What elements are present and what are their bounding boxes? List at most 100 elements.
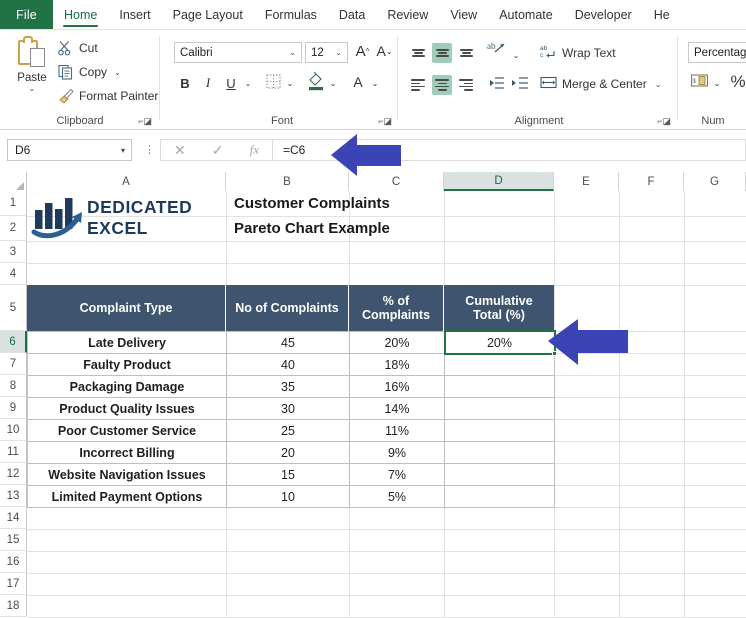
table-row[interactable]: 35 <box>226 375 350 398</box>
table-row[interactable] <box>444 485 555 508</box>
number-format-select[interactable]: Percentage <box>688 42 746 63</box>
cancel-icon[interactable]: ✕ <box>174 142 186 159</box>
table-row[interactable]: Website Navigation Issues <box>27 463 227 486</box>
font-color-button[interactable]: A <box>349 72 367 92</box>
row-header-5[interactable]: 5 <box>0 285 27 331</box>
table-row[interactable] <box>444 419 555 442</box>
table-row[interactable] <box>444 353 555 376</box>
table-row[interactable] <box>444 397 555 420</box>
table-row[interactable]: Product Quality Issues <box>27 397 227 420</box>
align-left-button[interactable] <box>408 75 428 95</box>
name-box[interactable]: D6 ▾ <box>7 139 132 161</box>
table-header-cumulative-total[interactable]: Cumulative Total (%) <box>444 285 554 331</box>
column-header-A[interactable]: A <box>27 172 226 191</box>
table-row[interactable] <box>444 463 555 486</box>
underline-dropdown[interactable]: ⌄ <box>242 75 254 91</box>
table-row[interactable]: 16% <box>349 375 445 398</box>
paste-button[interactable]: Paste ⌄ <box>8 34 56 108</box>
column-header-D[interactable]: D <box>444 172 554 191</box>
table-row[interactable]: 18% <box>349 353 445 376</box>
tab-view[interactable]: View <box>439 0 488 29</box>
tab-data[interactable]: Data <box>328 0 376 29</box>
font-size-input[interactable]: 12 ⌄ <box>305 42 348 63</box>
row-header-17[interactable]: 17 <box>0 573 27 595</box>
row-header-13[interactable]: 13 <box>0 485 27 507</box>
tab-automate[interactable]: Automate <box>488 0 564 29</box>
row-header-7[interactable]: 7 <box>0 353 27 375</box>
table-header-no-of-complaints[interactable]: No of Complaints <box>226 285 349 331</box>
row-header-8[interactable]: 8 <box>0 375 27 397</box>
format-painter-button[interactable]: Format Painter <box>57 86 158 106</box>
percent-style-button[interactable]: % <box>728 71 746 93</box>
row-header-11[interactable]: 11 <box>0 441 27 463</box>
table-row[interactable]: 45 <box>226 331 350 354</box>
worksheet-title[interactable]: Customer Complaints Pareto Chart Example <box>228 191 443 241</box>
decrease-indent-button[interactable] <box>486 75 506 95</box>
font-color-dropdown[interactable]: ⌄ <box>369 75 381 91</box>
table-row[interactable]: 40 <box>226 353 350 376</box>
chevron-down-icon[interactable]: ⌄ <box>655 80 662 89</box>
chevron-down-icon[interactable]: ⌄ <box>29 85 36 93</box>
table-row[interactable]: 20% <box>349 331 445 354</box>
cut-button[interactable]: Cut <box>57 38 98 58</box>
chevron-down-icon[interactable]: ▾ <box>121 146 125 155</box>
select-all-corner[interactable] <box>0 172 27 191</box>
column-header-E[interactable]: E <box>554 172 619 191</box>
chevron-down-icon[interactable]: ⌄ <box>289 48 296 57</box>
table-row[interactable]: 25 <box>226 419 350 442</box>
copy-button[interactable]: Copy ⌄ <box>57 62 121 82</box>
row-header-2[interactable]: 2 <box>0 216 27 241</box>
table-row[interactable]: 5% <box>349 485 445 508</box>
row-header-1[interactable]: 1 <box>0 191 27 216</box>
bold-button[interactable]: B <box>176 73 194 93</box>
tab-home[interactable]: Home <box>53 0 108 29</box>
font-dialog-launcher-icon[interactable]: ⌐◪ <box>378 117 392 126</box>
table-row[interactable] <box>444 441 555 464</box>
alignment-dialog-launcher-icon[interactable]: ⌐◪ <box>657 117 671 126</box>
align-center-button[interactable] <box>432 75 452 95</box>
row-header-14[interactable]: 14 <box>0 507 27 529</box>
table-header-complaint-type[interactable]: Complaint Type <box>27 285 226 331</box>
orientation-button[interactable]: ab <box>486 41 508 61</box>
table-row[interactable]: 30 <box>226 397 350 420</box>
row-header-3[interactable]: 3 <box>0 241 27 263</box>
align-top-button[interactable] <box>408 43 428 63</box>
table-row[interactable]: Limited Payment Options <box>27 485 227 508</box>
tab-file[interactable]: File <box>0 0 53 29</box>
chevron-down-icon[interactable]: ⌄ <box>335 48 342 57</box>
chevron-down-icon[interactable]: ⌄ <box>114 68 121 77</box>
underline-button[interactable]: U <box>222 73 240 93</box>
column-header-G[interactable]: G <box>684 172 746 191</box>
tab-formulas[interactable]: Formulas <box>254 0 328 29</box>
accounting-format-dropdown[interactable]: ⌄ <box>711 75 723 91</box>
table-row[interactable]: 20 <box>226 441 350 464</box>
check-icon[interactable]: ✓ <box>212 142 224 159</box>
align-right-button[interactable] <box>456 75 476 95</box>
table-row[interactable]: 10 <box>226 485 350 508</box>
fill-color-dropdown[interactable]: ⌄ <box>327 75 339 91</box>
table-row[interactable]: Faulty Product <box>27 353 227 376</box>
tab-developer[interactable]: Developer <box>564 0 643 29</box>
fx-icon[interactable]: fx <box>250 142 259 158</box>
table-row[interactable]: Incorrect Billing <box>27 441 227 464</box>
decrease-font-size-button[interactable]: A ⌄ <box>374 40 395 62</box>
fill-color-button[interactable] <box>306 71 326 93</box>
italic-button[interactable]: I <box>199 73 217 93</box>
font-name-input[interactable]: Calibri ⌄ <box>174 42 302 63</box>
tab-page-layout[interactable]: Page Layout <box>162 0 254 29</box>
table-header-percent-of-complaints[interactable]: % of Complaints <box>349 285 444 331</box>
table-row[interactable] <box>444 375 555 398</box>
wrap-text-button[interactable]: ab c Wrap Text <box>540 43 616 62</box>
increase-font-size-button[interactable]: A ^ <box>352 40 373 62</box>
borders-dropdown[interactable]: ⌄ <box>284 75 296 91</box>
table-row[interactable]: Poor Customer Service <box>27 419 227 442</box>
increase-indent-button[interactable] <box>510 75 530 95</box>
clipboard-dialog-launcher-icon[interactable]: ⌐◪ <box>138 117 152 126</box>
tab-help[interactable]: He <box>643 0 681 29</box>
row-header-9[interactable]: 9 <box>0 397 27 419</box>
table-row[interactable]: 20% <box>444 331 555 354</box>
align-middle-button[interactable] <box>432 43 452 63</box>
accounting-format-button[interactable]: $ <box>689 72 709 92</box>
row-header-6[interactable]: 6 <box>0 331 27 353</box>
row-header-15[interactable]: 15 <box>0 529 27 551</box>
